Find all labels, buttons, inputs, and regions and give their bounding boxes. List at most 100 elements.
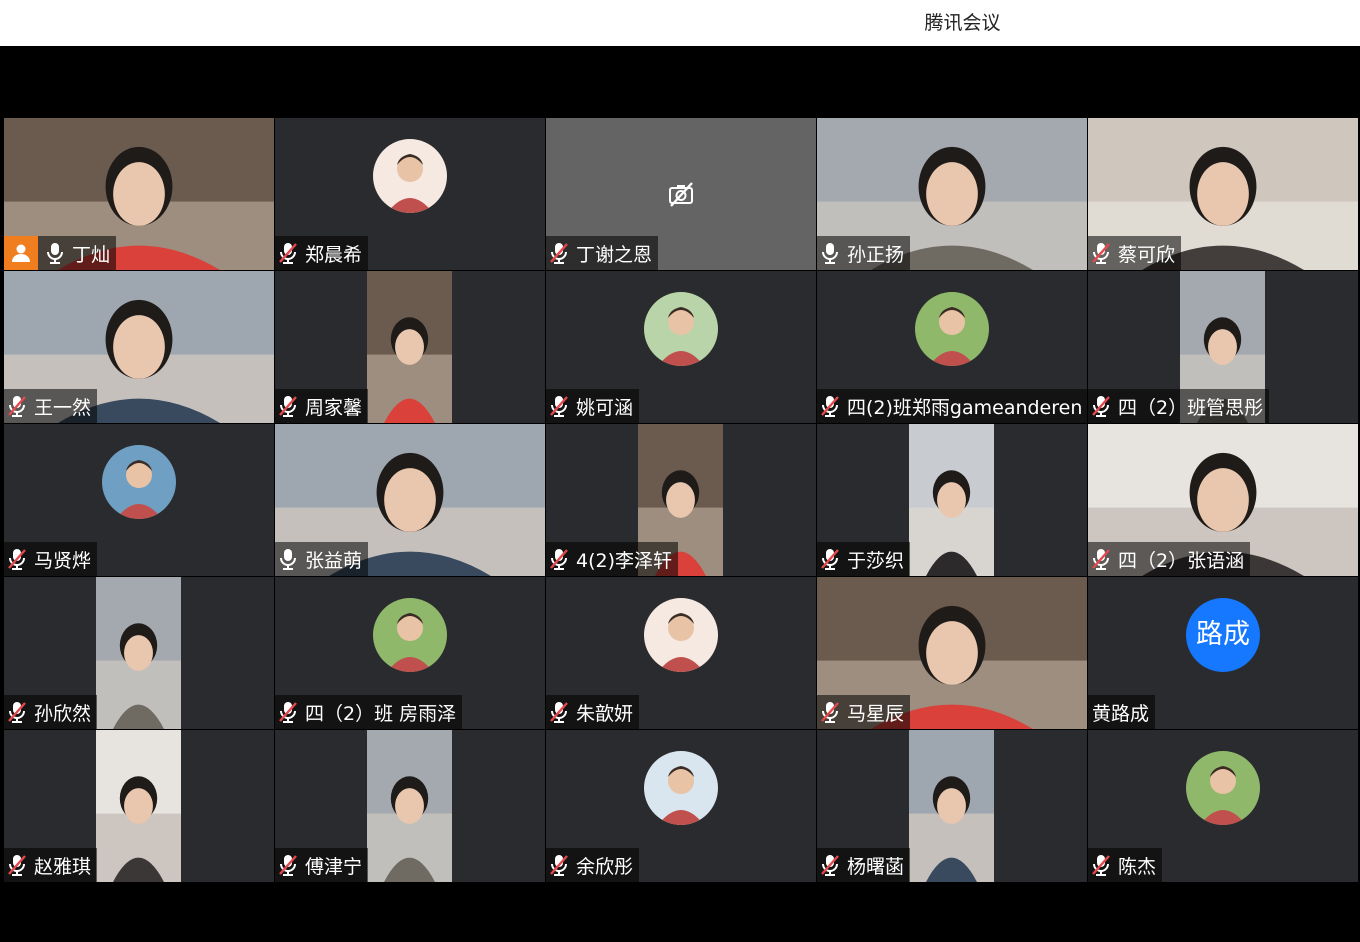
participant-name: 于莎织: [847, 549, 905, 572]
mic-muted-icon: [1092, 548, 1110, 570]
mic-muted-icon: [1092, 242, 1110, 264]
participant-tile[interactable]: 马贤烨: [4, 424, 274, 576]
participant-avatar: [1186, 751, 1260, 825]
participant-name: 朱歆妍: [576, 702, 634, 725]
participant-name: 丁灿: [72, 243, 111, 266]
participant-video: [96, 730, 181, 882]
participant-avatar: [373, 139, 447, 213]
participant-tile[interactable]: 4(2)李泽轩: [546, 424, 816, 576]
mic-muted-icon: [8, 701, 26, 723]
participant-tile[interactable]: 赵雅琪: [4, 730, 274, 882]
participant-name: 4(2)李泽轩: [576, 549, 673, 572]
participant-nametag: 傅津宁: [275, 848, 369, 882]
participant-name: 孙欣然: [34, 702, 92, 725]
participant-tile[interactable]: 蔡可欣: [1088, 118, 1358, 270]
participant-nametag: 张益萌: [275, 542, 369, 576]
participant-nametag: 郑晨希: [275, 236, 369, 270]
participant-tile[interactable]: 郑晨希: [275, 118, 545, 270]
host-icon: [4, 236, 38, 270]
participant-name: 王一然: [34, 396, 92, 419]
window-title: 腾讯会议: [924, 12, 1001, 34]
mic-muted-icon: [279, 854, 297, 876]
participant-tile[interactable]: 余欣彤: [546, 730, 816, 882]
participant-nametag: 于莎织: [817, 542, 911, 576]
participant-nametag: 陈杰: [1088, 848, 1163, 882]
mic-muted-icon: [550, 395, 568, 417]
participant-name: 陈杰: [1118, 855, 1157, 878]
mic-muted-icon: [1092, 854, 1110, 876]
participant-nametag: 四（2）班管思彤: [1088, 389, 1270, 423]
participant-tile[interactable]: 丁谢之恩: [546, 118, 816, 270]
participant-name: 丁谢之恩: [576, 243, 653, 266]
participant-tile[interactable]: 杨曙菡: [817, 730, 1087, 882]
participant-video: [367, 730, 452, 882]
participant-nametag: 孙正扬: [817, 236, 911, 270]
participant-name: 四（2）班 房雨泽: [305, 702, 457, 725]
participant-nametag: 四（2）班 房雨泽: [275, 695, 463, 729]
participant-nametag: 蔡可欣: [1088, 236, 1182, 270]
title-bar[interactable]: 腾讯会议: [0, 0, 1360, 46]
mic-muted-icon: [821, 701, 839, 723]
participant-name: 马星辰: [847, 702, 905, 725]
participant-tile[interactable]: 孙欣然: [4, 577, 274, 729]
participant-tile[interactable]: 傅津宁: [275, 730, 545, 882]
participant-nametag: 四（2）张语涵: [1088, 542, 1251, 576]
participant-video: [96, 577, 181, 729]
participant-tile[interactable]: 马星辰: [817, 577, 1087, 729]
participant-name: 杨曙菡: [847, 855, 905, 878]
participant-avatar: [644, 598, 718, 672]
participant-name: 四（2）张语涵: [1118, 549, 1245, 572]
mic-muted-icon: [279, 701, 297, 723]
participant-tile[interactable]: 朱歆妍: [546, 577, 816, 729]
participant-name: 姚可涵: [576, 396, 634, 419]
participant-nametag: 余欣彤: [546, 848, 640, 882]
mic-muted-icon: [1092, 395, 1110, 417]
participant-tile[interactable]: 四（2）张语涵: [1088, 424, 1358, 576]
participant-nametag: 丁谢之恩: [546, 236, 659, 270]
participant-nametag: 周家馨: [275, 389, 369, 423]
participant-name: 四（2）班管思彤: [1118, 396, 1264, 419]
participant-text-avatar: 路成: [1186, 598, 1260, 672]
participant-name: 四(2)班郑雨gameanderen: [847, 396, 1083, 419]
participant-tile[interactable]: 孙正扬: [817, 118, 1087, 270]
participant-video: [909, 730, 994, 882]
mic-muted-icon: [821, 548, 839, 570]
participant-name: 张益萌: [305, 549, 363, 572]
participant-tile[interactable]: 四（2）班管思彤: [1088, 271, 1358, 423]
participant-tile[interactable]: 丁灿: [4, 118, 274, 270]
participant-tile[interactable]: 路成 黄路成: [1088, 577, 1358, 729]
mic-muted-icon: [8, 854, 26, 876]
participant-tile[interactable]: 陈杰: [1088, 730, 1358, 882]
participant-nametag: 黄路成: [1088, 695, 1156, 729]
participant-nametag: 马贤烨: [4, 542, 98, 576]
mic-muted-icon: [279, 395, 297, 417]
mic-muted-icon: [550, 854, 568, 876]
participant-nametag: 杨曙菡: [817, 848, 911, 882]
participant-nametag: 4(2)李泽轩: [546, 542, 679, 576]
participant-tile[interactable]: 周家馨: [275, 271, 545, 423]
mic-muted-icon: [550, 548, 568, 570]
participant-avatar: [102, 445, 176, 519]
participant-tile[interactable]: 王一然: [4, 271, 274, 423]
mic-muted-icon: [550, 242, 568, 264]
participant-nametag: 赵雅琪: [4, 848, 98, 882]
participant-video: [367, 271, 452, 423]
participant-name: 蔡可欣: [1118, 243, 1176, 266]
participant-avatar: [644, 751, 718, 825]
participant-nametag: 四(2)班郑雨gameanderen: [817, 389, 1087, 423]
mic-icon: [46, 242, 64, 264]
participant-nametag: 王一然: [4, 389, 98, 423]
participant-name: 孙正扬: [847, 243, 905, 266]
participant-name: 余欣彤: [576, 855, 634, 878]
participant-nametag: 朱歆妍: [546, 695, 640, 729]
participant-name: 傅津宁: [305, 855, 363, 878]
participant-tile[interactable]: 张益萌: [275, 424, 545, 576]
participant-name: 周家馨: [305, 396, 363, 419]
participant-tile[interactable]: 四(2)班郑雨gameanderen: [817, 271, 1087, 423]
mic-muted-icon: [279, 242, 297, 264]
participant-tile[interactable]: 姚可涵: [546, 271, 816, 423]
participant-tile[interactable]: 四（2）班 房雨泽: [275, 577, 545, 729]
participant-tile[interactable]: 于莎织: [817, 424, 1087, 576]
mic-icon: [821, 242, 839, 264]
participant-nametag: 丁灿: [4, 236, 117, 270]
